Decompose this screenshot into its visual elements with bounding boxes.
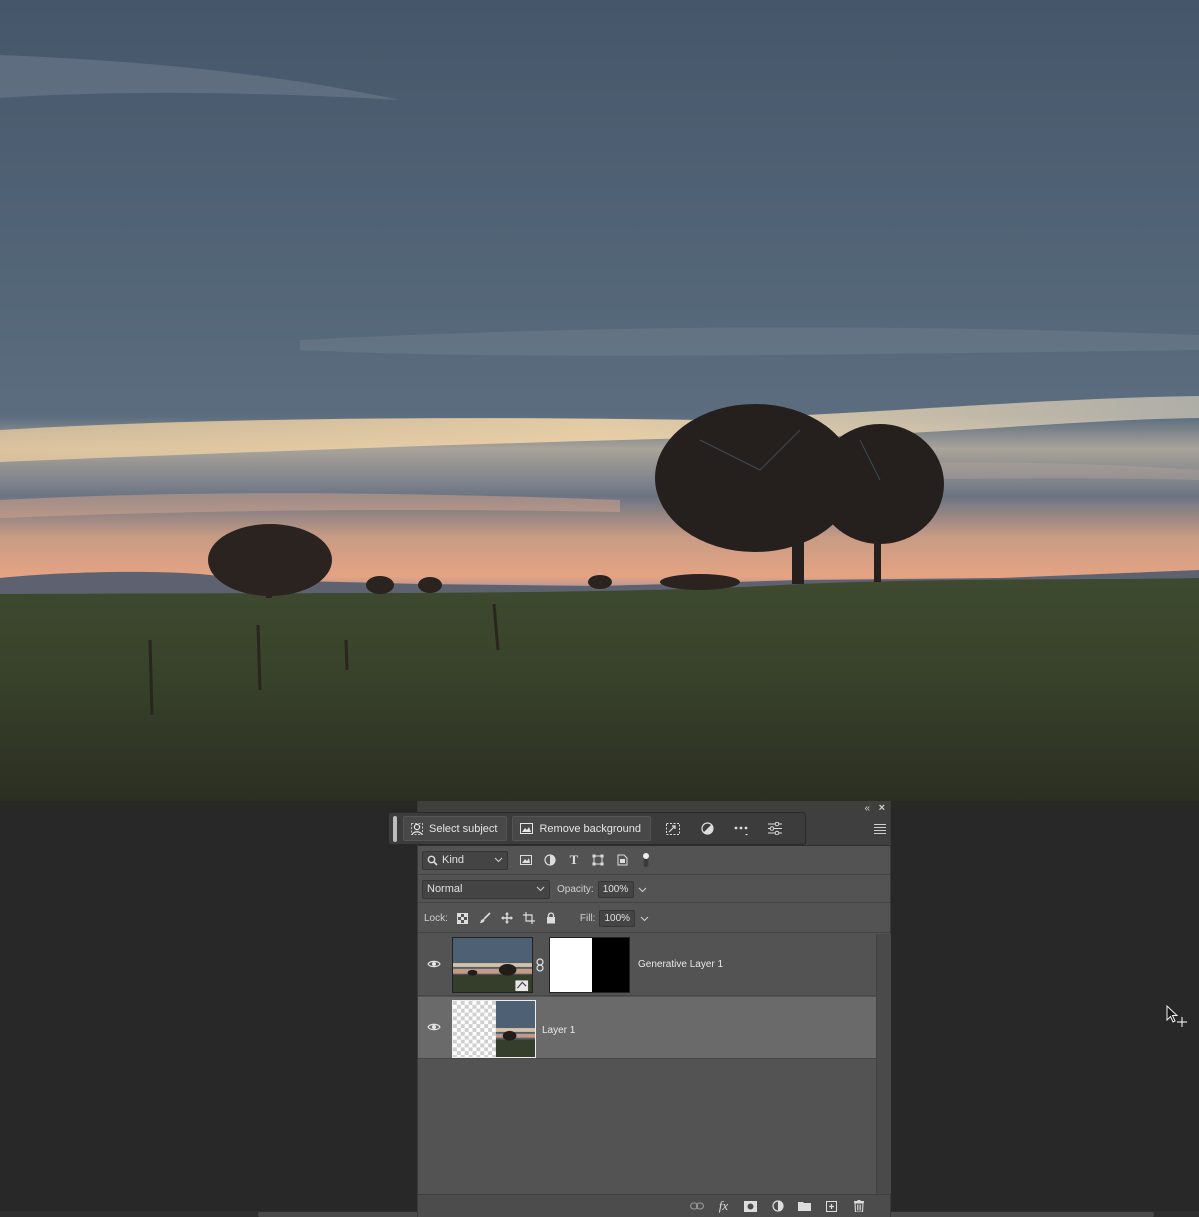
fill-dropdown-button[interactable] — [637, 910, 651, 927]
fill-input[interactable]: 100% — [599, 909, 636, 927]
layer-filter-row: Kind T — [418, 846, 890, 875]
remove-background-label: Remove background — [539, 822, 641, 835]
layers-panel-footer: fx — [418, 1194, 890, 1217]
filter-toggle-icon[interactable] — [634, 850, 658, 870]
fill-label: Fill: — [579, 912, 596, 924]
person-icon — [411, 822, 423, 835]
taskbar-settings-sliders-icon[interactable] — [758, 816, 792, 841]
transform-selection-icon[interactable] — [656, 816, 690, 841]
layer-name[interactable]: Layer 1 — [542, 1025, 575, 1036]
close-panel-icon[interactable]: × — [879, 802, 885, 814]
remove-background-button[interactable]: Remove background — [512, 816, 651, 841]
lock-all-icon[interactable] — [540, 908, 562, 928]
chevron-down-icon — [536, 886, 545, 891]
blend-row: Normal Opacity: 100% — [418, 876, 890, 903]
contextual-task-bar: Select subject Remove background — [388, 812, 806, 845]
add-mask-icon[interactable] — [737, 1197, 764, 1215]
blend-mode-dropdown[interactable]: Normal — [422, 879, 550, 899]
layer-mask-thumbnail[interactable] — [549, 937, 630, 993]
new-group-folder-icon[interactable] — [791, 1197, 818, 1215]
select-subject-button[interactable]: Select subject — [403, 816, 508, 841]
opacity-dropdown-button[interactable] — [636, 881, 650, 898]
link-layers-icon[interactable] — [683, 1197, 710, 1215]
select-subject-label: Select subject — [429, 822, 498, 835]
filter-kind-dropdown[interactable]: Kind — [422, 850, 508, 870]
blend-mode-value: Normal — [427, 883, 463, 895]
filter-adjustment-layers-icon[interactable] — [538, 850, 562, 870]
filter-kind-label: Kind — [442, 854, 465, 866]
fx-layer-style-icon[interactable]: fx — [710, 1197, 737, 1215]
new-adjustment-layer-icon[interactable] — [764, 1197, 791, 1215]
new-layer-icon[interactable] — [818, 1197, 845, 1215]
lock-transparent-pixels-icon[interactable] — [452, 908, 474, 928]
visibility-eye-icon[interactable] — [427, 1021, 441, 1033]
canvas-image[interactable] — [0, 0, 1199, 801]
filter-pixel-layers-icon[interactable] — [514, 850, 538, 870]
layer-thumbnail[interactable] — [452, 1000, 536, 1058]
layers-scrollbar[interactable] — [876, 934, 891, 1194]
layer-row[interactable]: Generative Layer 1 — [418, 934, 876, 996]
panel-menu-icon[interactable] — [874, 822, 886, 836]
lock-label: Lock: — [424, 912, 448, 924]
collapse-panel-icon[interactable]: « — [864, 803, 870, 814]
visibility-eye-icon[interactable] — [427, 958, 441, 970]
image-icon — [520, 823, 534, 834]
filter-smart-objects-icon[interactable] — [610, 850, 634, 870]
mask-link-chain-icon[interactable] — [535, 958, 545, 972]
lock-row: Lock: Fill: 100% — [418, 904, 890, 933]
lock-artboard-icon[interactable] — [518, 908, 540, 928]
chevron-down-icon — [494, 857, 503, 862]
search-icon — [427, 855, 438, 866]
layers-list: Generative Layer 1 Layer 1 — [418, 934, 876, 1194]
layer-thumbnail[interactable] — [452, 937, 533, 993]
chevron-down-icon — [640, 916, 649, 921]
move-cursor-icon — [1166, 1005, 1187, 1027]
layer-name[interactable]: Generative Layer 1 — [638, 959, 723, 970]
taskbar-drag-handle[interactable] — [393, 815, 397, 842]
more-options-icon[interactable] — [724, 816, 758, 841]
opacity-input[interactable]: 100% — [597, 880, 634, 898]
layers-panel: « × Kind T Normal Opacity: 100% Lock: Fi… — [417, 801, 891, 1217]
filter-type-layers-icon[interactable]: T — [562, 850, 586, 870]
opacity-label: Opacity: — [557, 883, 594, 895]
adjustment-circle-icon[interactable] — [690, 816, 724, 841]
lock-position-icon[interactable] — [496, 908, 518, 928]
lock-image-pixels-icon[interactable] — [474, 908, 496, 928]
filter-shape-layers-icon[interactable] — [586, 850, 610, 870]
delete-layer-trash-icon[interactable] — [845, 1197, 872, 1215]
chevron-down-icon — [638, 887, 647, 892]
layer-row-selected[interactable]: Layer 1 — [418, 997, 876, 1059]
